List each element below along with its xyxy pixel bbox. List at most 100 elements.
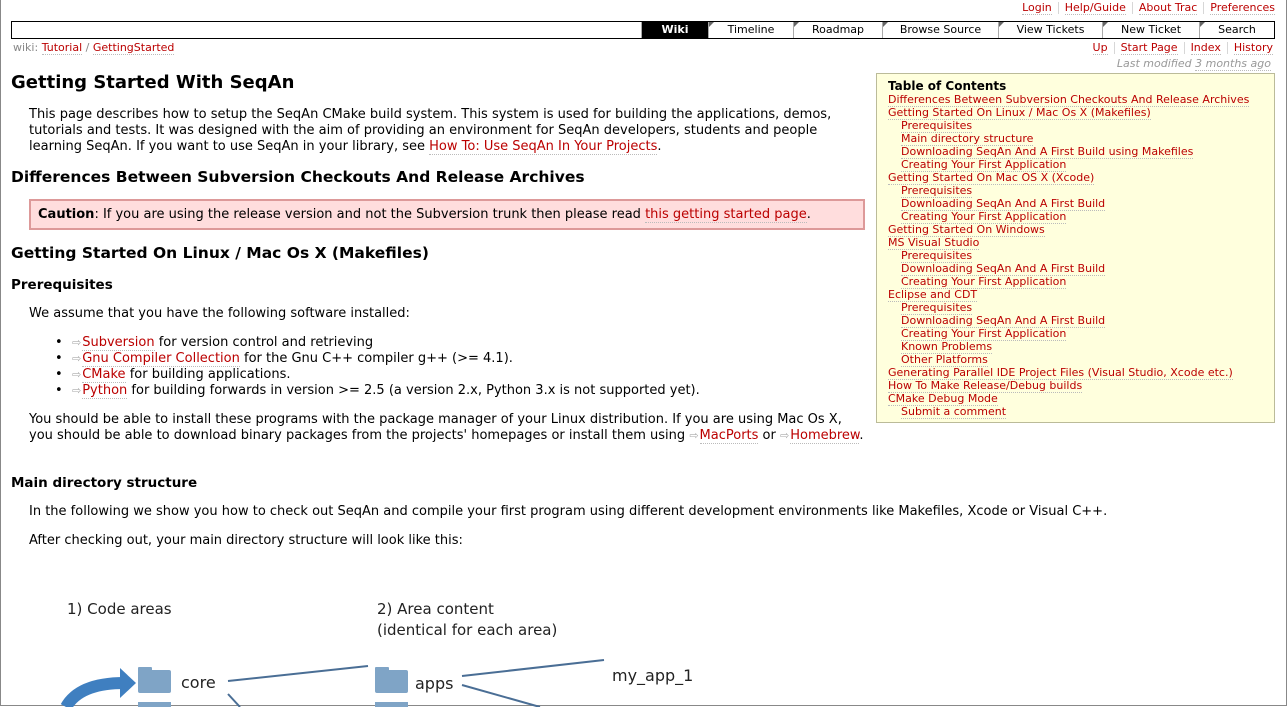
toc-link[interactable]: Prerequisites [901, 184, 973, 198]
list-item: ⇨CMake for building applications. [55, 367, 700, 383]
main-dir-paragraph-2: After checking out, your main directory … [29, 533, 463, 548]
blue-arrow-head [120, 668, 136, 698]
last-modified-label: Last modified [1116, 57, 1192, 70]
prereq-intro: We assume that you have the following so… [29, 306, 410, 321]
homebrew-link[interactable]: Homebrew [790, 428, 860, 444]
gcc-link[interactable]: Gnu Compiler Collection [82, 351, 240, 367]
toc-link[interactable]: Getting Started On Mac OS X (Xcode) [888, 171, 1095, 185]
toc-entry: Eclipse and CDT [888, 288, 1274, 302]
toc-entry: Generating Parallel IDE Project Files (V… [888, 366, 1274, 380]
toc-entry: Creating Your First Application [888, 158, 1274, 172]
toc-link[interactable]: Downloading SeqAn And A First Build usin… [901, 145, 1194, 159]
history-link[interactable]: History [1233, 41, 1273, 55]
toc-link[interactable]: Creating Your First Application [901, 210, 1067, 224]
toc-link[interactable]: Eclipse and CDT [888, 288, 978, 302]
breadcrumb-tutorial[interactable]: Tutorial [41, 41, 83, 55]
breadcrumb-gettingstarted[interactable]: GettingStarted [92, 41, 175, 55]
heading-differences: Differences Between Subversion Checkouts… [11, 168, 585, 186]
nav-timeline[interactable]: Timeline [708, 22, 793, 38]
toc-link[interactable]: Creating Your First Application [901, 275, 1067, 289]
list-item: ⇨Python for building forwards in version… [55, 383, 700, 399]
toc-list: Differences Between Subversion Checkouts… [888, 93, 1274, 419]
meta-nav: Login Help/Guide About Trac Preferences [1022, 1, 1275, 15]
toc-entry: Downloading SeqAn And A First Build [888, 314, 1274, 328]
toc-link[interactable]: Known Problems [901, 340, 993, 354]
nav-view-tickets[interactable]: View Tickets [998, 22, 1102, 38]
toc-link[interactable]: How To Make Release/Debug builds [888, 379, 1083, 393]
breadcrumb: wiki: Tutorial / GettingStarted [13, 41, 175, 55]
python-link[interactable]: Python [82, 383, 128, 399]
nav-browse-source[interactable]: Browse Source [882, 22, 998, 38]
login-link[interactable]: Login [1022, 1, 1052, 15]
subversion-link[interactable]: Subversion [82, 335, 155, 351]
list-item-text: for version control and retrieving [158, 335, 374, 350]
getting-started-page-link[interactable]: this getting started page [645, 207, 807, 223]
list-item-text: for building applications. [129, 367, 291, 382]
toc-entry: CMake Debug Mode [888, 392, 1274, 406]
heading-linux-mac: Getting Started On Linux / Mac Os X (Mak… [11, 244, 429, 262]
nav-search-label: Search [1218, 23, 1256, 36]
index-link[interactable]: Index [1190, 41, 1221, 55]
nav-wiki[interactable]: Wiki [641, 22, 708, 38]
nav-new-ticket[interactable]: New Ticket [1102, 22, 1199, 38]
toc-link[interactable]: Getting Started On Linux / Mac Os X (Mak… [888, 106, 1151, 120]
toc-entry: MS Visual Studio [888, 236, 1274, 250]
nav-view-tickets-label: View Tickets [1016, 23, 1085, 36]
toc-link[interactable]: Prerequisites [901, 249, 973, 263]
last-modified-value[interactable]: 3 months ago [1195, 57, 1271, 71]
nav-browse-source-label: Browse Source [899, 23, 982, 36]
heading-main-directory: Main directory structure [11, 475, 198, 491]
how-to-use-seqan-link[interactable]: How To: Use SeqAn In Your Projects [429, 139, 658, 155]
toc-link[interactable]: MS Visual Studio [888, 236, 980, 250]
toc-link[interactable]: Prerequisites [901, 301, 973, 315]
toc-entry: Getting Started On Windows [888, 223, 1274, 237]
external-link-icon: ⇨ [780, 429, 790, 442]
context-nav: Up Start Page Index History [1092, 41, 1273, 55]
toc-link[interactable]: Downloading SeqAn And A First Build [901, 197, 1106, 211]
toc-link[interactable]: Creating Your First Application [901, 327, 1067, 341]
table-of-contents: Table of Contents Differences Between Su… [876, 73, 1275, 423]
toc-link[interactable]: Downloading SeqAn And A First Build [901, 262, 1106, 276]
blue-arrow-shaft [60, 676, 129, 707]
toc-entry: Downloading SeqAn And A First Build [888, 197, 1274, 211]
toc-entry: Other Platforms [888, 353, 1274, 367]
toc-link[interactable]: Main directory structure [901, 132, 1034, 146]
toc-link[interactable]: Differences Between Subversion Checkouts… [888, 93, 1250, 107]
toc-link[interactable]: Other Platforms [901, 353, 988, 367]
page-title: Getting Started With SeqAn [11, 72, 295, 93]
toc-entry: Differences Between Subversion Checkouts… [888, 93, 1274, 107]
install-or: or [762, 428, 776, 443]
diagram-apps-label: apps [415, 674, 454, 693]
external-link-icon: ⇨ [72, 384, 82, 397]
toc-link[interactable]: Submit a comment [901, 405, 1007, 419]
list-item: ⇨Gnu Compiler Collection for the Gnu C++… [55, 351, 700, 367]
toc-link[interactable]: Prerequisites [901, 119, 973, 133]
toc-entry: Getting Started On Mac OS X (Xcode) [888, 171, 1274, 185]
toc-entry: Creating Your First Application [888, 327, 1274, 341]
toc-entry: Submit a comment [888, 405, 1274, 419]
software-list: ⇨Subversion for version control and retr… [55, 335, 700, 399]
start-page-link[interactable]: Start Page [1120, 41, 1178, 55]
cmake-link[interactable]: CMake [82, 367, 126, 383]
toc-entry: Creating Your First Application [888, 210, 1274, 224]
list-item: ⇨Subversion for version control and retr… [55, 335, 700, 351]
toc-entry: Known Problems [888, 340, 1274, 354]
nav-search[interactable]: Search [1199, 22, 1274, 38]
nav-roadmap[interactable]: Roadmap [793, 22, 882, 38]
external-link-icon: ⇨ [72, 368, 82, 381]
external-link-icon: ⇨ [689, 429, 699, 442]
nav-timeline-label: Timeline [727, 23, 775, 36]
external-link-icon: ⇨ [72, 352, 82, 365]
toc-entry: Prerequisites [888, 184, 1274, 198]
toc-link[interactable]: Getting Started On Windows [888, 223, 1045, 237]
last-modified: Last modified 3 months ago [1116, 57, 1271, 71]
toc-link[interactable]: CMake Debug Mode [888, 392, 998, 406]
toc-link[interactable]: Creating Your First Application [901, 158, 1067, 172]
help-guide-link[interactable]: Help/Guide [1064, 1, 1126, 15]
about-trac-link[interactable]: About Trac [1138, 1, 1198, 15]
toc-link[interactable]: Downloading SeqAn And A First Build [901, 314, 1106, 328]
preferences-link[interactable]: Preferences [1210, 1, 1275, 15]
up-link[interactable]: Up [1092, 41, 1108, 55]
macports-link[interactable]: MacPorts [699, 428, 759, 444]
toc-link[interactable]: Generating Parallel IDE Project Files (V… [888, 366, 1233, 380]
